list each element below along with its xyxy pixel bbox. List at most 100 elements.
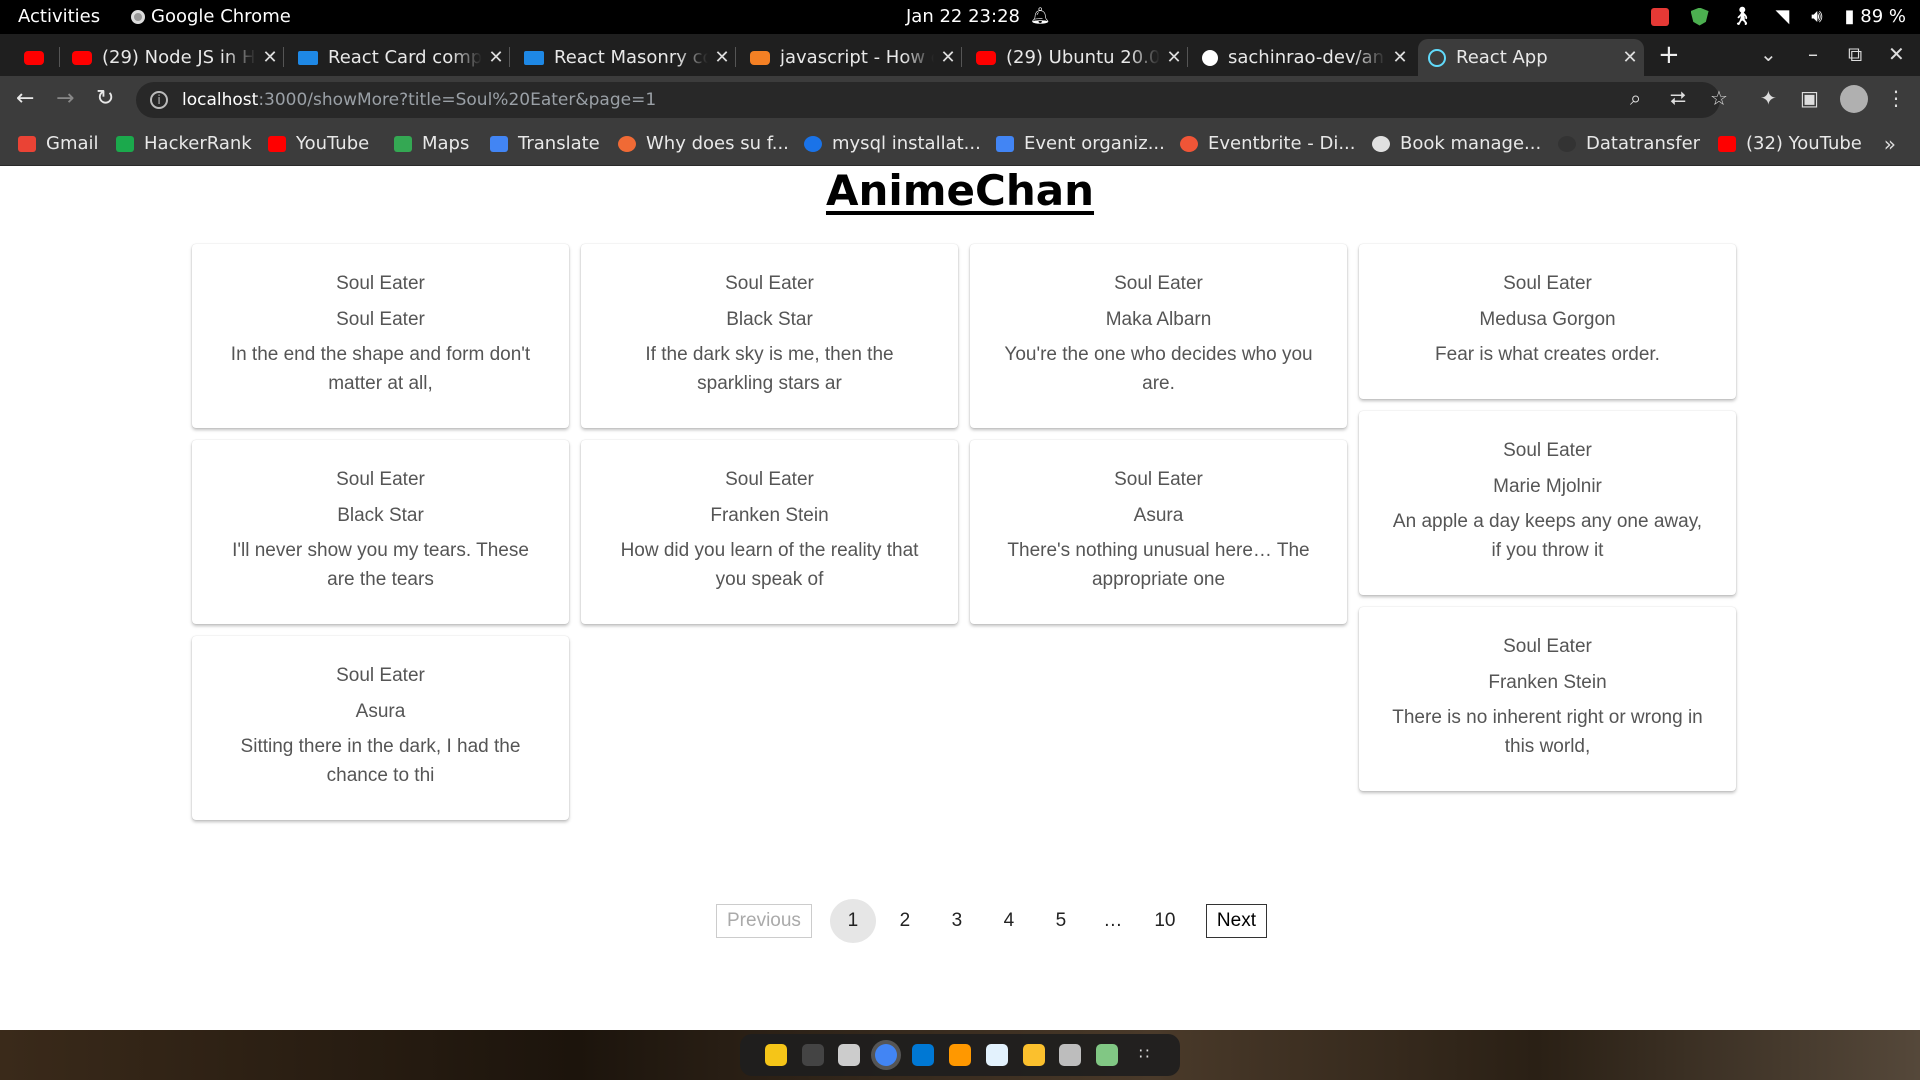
tab-react-masonry[interactable]: React Masonry component✕ — [514, 39, 736, 76]
tab-search-chevron-icon[interactable]: ⌄ — [1760, 42, 1777, 66]
volume-icon[interactable]: 🔊︎ — [1811, 6, 1822, 27]
battery-indicator[interactable]: ▮ 89 % — [1845, 6, 1906, 27]
page-ellipsis: … — [1103, 910, 1123, 931]
more-bookmarks-icon[interactable]: » — [1884, 132, 1896, 156]
terminal-icon[interactable] — [801, 1044, 824, 1066]
files-icon[interactable] — [838, 1044, 861, 1066]
tab-node-js[interactable]: (29) Node JS in Hindi✕ — [62, 39, 284, 76]
close-tab-icon[interactable]: ✕ — [1160, 47, 1188, 68]
address-bar[interactable]: i localhost:3000/showMore?title=Soul%20E… — [136, 82, 1720, 118]
close-tab-icon[interactable]: ✕ — [256, 47, 284, 68]
page-1-button[interactable]: 1 — [829, 899, 876, 943]
site-title[interactable]: AnimeChan — [0, 166, 1920, 215]
quote-card: Soul Eater Black Star If the dark sky is… — [581, 244, 958, 428]
page-3-button[interactable]: 3 — [934, 910, 980, 932]
restore-icon[interactable]: ⧉ — [1848, 42, 1862, 66]
app-menu[interactable]: Google Chrome — [131, 6, 291, 27]
card-anime: Soul Eater — [1114, 273, 1203, 294]
close-tab-icon[interactable]: ✕ — [482, 47, 510, 68]
card-character: Franken Stein — [710, 505, 829, 526]
page-2-button[interactable]: 2 — [882, 910, 928, 932]
card-quote: If the dark sky is me, then the sparklin… — [645, 344, 894, 394]
card-anime: Soul Eater — [1503, 273, 1592, 294]
screen-recorder-icon[interactable] — [1650, 7, 1669, 26]
accessibility-icon[interactable]: 🚶︎ — [1731, 6, 1754, 27]
bookmark-hackerrank[interactable]: HackerRank — [116, 133, 252, 154]
share-icon[interactable]: ⮂ — [1670, 86, 1686, 110]
wifi-icon[interactable]: ◥ — [1775, 6, 1789, 27]
card-anime: Soul Eater — [336, 273, 425, 294]
archive-icon[interactable] — [1022, 1044, 1045, 1066]
site-info-icon[interactable]: i — [150, 91, 168, 109]
system-tray[interactable]: 🚶︎ ◥ 🔊︎ ▮ 89 % — [1650, 6, 1906, 27]
close-tab-icon[interactable]: ✕ — [1386, 47, 1414, 68]
extensions-puzzle-icon[interactable]: ✦ — [1760, 86, 1777, 110]
zoom-icon[interactable]: ⌕ — [1630, 86, 1641, 110]
tab-title: javascript - How do — [780, 47, 934, 68]
close-tab-icon[interactable]: ✕ — [708, 47, 736, 68]
tab-title: React Masonry component — [554, 47, 708, 68]
page-5-button[interactable]: 5 — [1038, 910, 1084, 932]
calculator-icon[interactable] — [1059, 1044, 1082, 1066]
github-icon — [1202, 49, 1218, 66]
bookmark-eventbrite[interactable]: Eventbrite - Di... — [1180, 133, 1356, 154]
profile-avatar[interactable] — [1840, 85, 1868, 113]
bookmark-event-organizer[interactable]: Event organiz... — [996, 133, 1165, 154]
forward-arrow-icon[interactable]: → — [56, 86, 74, 111]
quote-card: Soul Eater Marie Mjolnir An apple a day … — [1359, 411, 1736, 595]
card-character: Asura — [1133, 505, 1184, 526]
quote-card: Soul Eater Asura There's nothing unusual… — [970, 440, 1347, 624]
bookmark-askubuntu[interactable]: Why does su f... — [618, 133, 789, 154]
card-anime: Soul Eater — [336, 665, 425, 686]
bookmark-mysql[interactable]: mysql installat... — [804, 133, 981, 154]
page-10-button[interactable]: 10 — [1142, 910, 1188, 932]
kebab-menu-icon[interactable]: ⋮ — [1886, 86, 1906, 110]
notification-bell-icon[interactable]: 🔔︎ — [1030, 6, 1050, 25]
spreadsheet-icon[interactable] — [1096, 1044, 1119, 1066]
close-window-icon[interactable]: ✕ — [1888, 42, 1905, 66]
bookmark-translate[interactable]: Translate — [490, 133, 600, 154]
new-tab-plus-icon[interactable]: + — [1658, 40, 1680, 70]
vscode-icon[interactable] — [912, 1044, 935, 1066]
tab-react-app[interactable]: React App ✕ — [1418, 39, 1644, 76]
sublime-icon[interactable] — [948, 1044, 971, 1066]
tab-title: React App — [1456, 47, 1548, 68]
bookmark-gmail[interactable]: Gmail — [18, 133, 99, 154]
side-panel-icon[interactable]: ▣ — [1800, 86, 1819, 110]
bookmark-datatransfer[interactable]: Datatransfer — [1558, 133, 1700, 154]
mui-icon — [298, 50, 318, 65]
reload-icon[interactable]: ↻ — [96, 86, 114, 111]
back-arrow-icon[interactable]: ← — [16, 86, 34, 111]
masonry-column-3: Soul Eater Maka Albarn You're the one wh… — [970, 244, 1347, 636]
bookmark-star-icon[interactable]: ☆ — [1710, 86, 1728, 110]
text-editor-icon[interactable] — [985, 1044, 1008, 1066]
previous-page-button[interactable]: Previous — [716, 904, 812, 938]
bookmark-book-manager[interactable]: Book manage... — [1372, 133, 1541, 154]
bookmark-label: (32) YouTube — [1746, 133, 1862, 154]
url-host: localhost — [182, 90, 259, 110]
tab-youtube-pinned[interactable] — [14, 39, 60, 76]
tab-react-card[interactable]: React Card component✕ — [288, 39, 510, 76]
show-apps-grid-icon[interactable]: ∷ — [1133, 1044, 1155, 1066]
page-4-button[interactable]: 4 — [986, 910, 1032, 932]
next-page-button[interactable]: Next — [1205, 904, 1267, 938]
app-icon[interactable] — [764, 1044, 787, 1066]
page-content: AnimeChan Soul Eater Soul Eater In the e… — [0, 166, 1920, 1030]
activities-button[interactable]: Activities — [18, 6, 100, 27]
close-tab-icon[interactable]: ✕ — [1616, 47, 1644, 68]
quote-card: Soul Eater Franken Stein There is no inh… — [1359, 607, 1736, 791]
minimize-icon[interactable]: – — [1808, 42, 1818, 66]
tab-github[interactable]: sachinrao-dev/anime✕ — [1192, 39, 1414, 76]
bookmark-youtube[interactable]: YouTube — [268, 133, 369, 154]
vpn-shield-icon[interactable] — [1690, 7, 1709, 26]
bookmark-youtube-32[interactable]: (32) YouTube — [1718, 133, 1862, 154]
chrome-icon[interactable] — [875, 1044, 898, 1066]
tab-ubuntu[interactable]: (29) Ubuntu 20.04 ✕ — [966, 39, 1188, 76]
close-tab-icon[interactable]: ✕ — [934, 47, 962, 68]
clock[interactable]: Jan 22 23:28 — [906, 6, 1020, 27]
bookmark-maps[interactable]: Maps — [394, 133, 469, 154]
gmail-icon — [18, 135, 36, 152]
tab-javascript-so[interactable]: javascript - How do✕ — [740, 39, 962, 76]
askubuntu-icon — [618, 135, 636, 152]
masonry-column-4: Soul Eater Medusa Gorgon Fear is what cr… — [1359, 244, 1736, 803]
